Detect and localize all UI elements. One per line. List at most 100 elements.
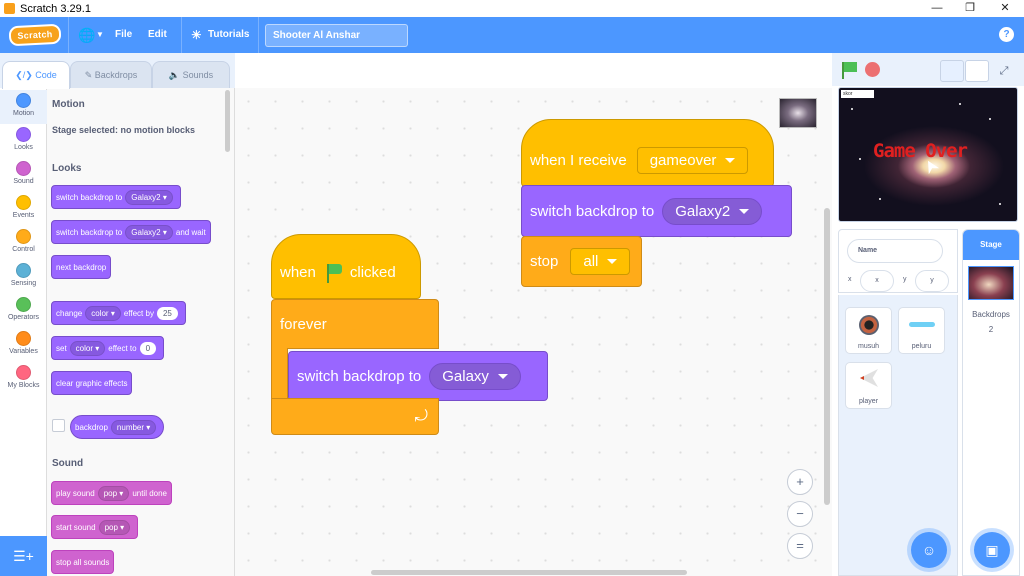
small-stage-button[interactable] (940, 60, 964, 82)
restore-button[interactable]: ❐ (953, 0, 987, 17)
workspace-horizontal-scrollbar[interactable] (371, 570, 687, 575)
category-operators[interactable]: Operators (0, 294, 47, 328)
stage-canvas[interactable]: skor Game Over (838, 87, 1018, 222)
dropdown-value: Galaxy2 (131, 192, 161, 202)
dropdown-value: all (583, 253, 599, 270)
category-control[interactable]: Control (0, 226, 47, 260)
start-sound-block[interactable]: start sound pop ▾ (51, 515, 139, 539)
sprite-name: peluru (911, 343, 932, 350)
green-flag-icon (324, 263, 342, 283)
zoom-reset-button[interactable]: = (787, 533, 813, 559)
set-effect-block[interactable]: set color ▾ effect to 0 (51, 336, 165, 360)
add-extension-icon[interactable]: ☰+ (0, 536, 47, 576)
minimize-button[interactable]: — (920, 0, 954, 17)
effect-amount-input[interactable]: 25 (156, 306, 178, 320)
block-text: when I receive (530, 151, 627, 169)
category-events[interactable]: Events (0, 192, 47, 226)
switch-backdrop-block[interactable]: switch backdrop to Galaxy (288, 351, 548, 401)
language-globe-icon[interactable]: 🌐 (78, 17, 95, 53)
choose-sprite-icon[interactable]: ☺ (911, 532, 947, 568)
category-variables[interactable]: Variables (0, 328, 47, 362)
block-text: effect to (108, 343, 137, 353)
dropdown-value: Galaxy (442, 367, 489, 385)
play-sound-until-done-block[interactable]: play sound pop ▾ until done (51, 481, 173, 505)
backdrop-monitor-checkbox[interactable] (52, 419, 65, 432)
next-backdrop-block[interactable]: next backdrop (51, 255, 112, 279)
switch-backdrop-and-wait-block[interactable]: switch backdrop to Galaxy2 ▾ and wait (51, 220, 211, 244)
palette-scrollbar[interactable] (225, 90, 230, 152)
category-motion[interactable]: Motion (0, 90, 47, 124)
star (879, 198, 881, 200)
backdrop-dropdown[interactable]: Galaxy2 ▾ (125, 224, 173, 240)
code-workspace[interactable]: when clicked forever switch backdrop to … (235, 88, 832, 576)
large-stage-button[interactable] (965, 60, 989, 82)
sprite-name-input[interactable]: Name (847, 239, 943, 263)
category-my-blocks[interactable]: My Blocks (0, 362, 47, 396)
effect-value-input[interactable]: 0 (139, 341, 157, 355)
effect-dropdown[interactable]: color ▾ (69, 340, 106, 356)
x-input[interactable]: x (860, 270, 894, 292)
sound-color-dot (16, 161, 31, 176)
sprite-tile-musuh[interactable]: musuh (845, 307, 892, 354)
choose-backdrop-icon[interactable]: ▣ (974, 532, 1010, 568)
backdrop-dropdown[interactable]: Galaxy2 (662, 197, 763, 225)
tab-sounds[interactable]: 🔈 Sounds (152, 61, 230, 88)
operators-color-dot (16, 297, 31, 312)
dropdown-value: color (75, 343, 94, 353)
sound-dropdown[interactable]: pop ▾ (98, 519, 131, 535)
when-i-receive-block[interactable]: when I receive gameover (521, 119, 774, 187)
dropdown-value: number (116, 422, 145, 432)
scratch-logo[interactable]: Scratch (8, 23, 62, 47)
forever-block[interactable]: forever (271, 299, 439, 349)
sound-dropdown[interactable]: pop ▾ (97, 485, 130, 501)
when-flag-clicked-block[interactable]: when clicked (271, 234, 421, 299)
switch-backdrop-block[interactable]: switch backdrop to Galaxy2 ▾ (51, 185, 181, 209)
lightbulb-icon[interactable]: ☀ (191, 17, 202, 53)
stop-block[interactable]: stop all (521, 236, 642, 287)
caret-down-icon (739, 208, 750, 214)
category-label: Variables (9, 348, 38, 355)
zoom-in-button[interactable]: + (787, 469, 813, 495)
dropdown-value: pop (104, 522, 118, 532)
tab-code[interactable]: ❮/❯ Code (2, 61, 70, 89)
zoom-out-button[interactable]: − (787, 501, 813, 527)
backdrop-dropdown[interactable]: Galaxy (429, 362, 521, 390)
block-text: switch backdrop to (530, 202, 655, 220)
category-looks[interactable]: Looks (0, 124, 47, 158)
green-flag-icon[interactable] (840, 61, 858, 79)
workspace-vertical-scrollbar[interactable] (824, 208, 830, 505)
tab-backdrops[interactable]: ✎ Backdrops (70, 61, 152, 88)
stage-selector[interactable]: Stage Backdrops 2 (962, 229, 1020, 576)
help-icon[interactable]: ? (999, 27, 1014, 42)
stage-backdrop-thumbnail (968, 266, 1014, 300)
block-text: switch backdrop to (56, 227, 123, 237)
y-input[interactable]: y (915, 270, 949, 292)
sprite-tile-player[interactable]: player (845, 362, 892, 409)
backdrop-attr-dropdown[interactable]: number ▾ (110, 419, 157, 435)
effect-dropdown[interactable]: color ▾ (85, 305, 121, 321)
block-text: play sound (56, 488, 95, 498)
backdrop-reporter-block[interactable]: backdrop number ▾ (70, 415, 165, 439)
category-sound[interactable]: Sound (0, 158, 47, 192)
close-button[interactable]: ✕ (988, 0, 1022, 17)
category-label: Motion (12, 110, 34, 117)
project-title-input[interactable]: Shooter Al Anshar (265, 24, 408, 47)
forever-block-footer: ⤾ (271, 398, 439, 435)
fullscreen-icon[interactable]: ⤢ (992, 60, 1016, 82)
block-text: set (56, 343, 67, 353)
star (999, 203, 1001, 205)
stop-option-dropdown[interactable]: all (570, 248, 631, 275)
stop-all-sounds-block[interactable]: stop all sounds (51, 550, 115, 574)
switch-backdrop-block-2[interactable]: switch backdrop to Galaxy2 (521, 185, 792, 237)
message-dropdown[interactable]: gameover (636, 146, 749, 174)
chevron-down-icon[interactable]: ▼ (96, 17, 104, 53)
change-effect-block[interactable]: change color ▾ effect by 25 (51, 301, 186, 325)
sprite-tile-peluru[interactable]: peluru (898, 307, 945, 354)
edit-menu[interactable]: Edit (148, 17, 167, 53)
clear-graphic-effects-block[interactable]: clear graphic effects (51, 371, 133, 395)
tutorials-menu[interactable]: Tutorials (208, 17, 249, 53)
backdrop-dropdown[interactable]: Galaxy2 ▾ (125, 189, 173, 205)
file-menu[interactable]: File (115, 17, 132, 53)
stop-icon[interactable] (865, 62, 880, 77)
category-sensing[interactable]: Sensing (0, 260, 47, 294)
